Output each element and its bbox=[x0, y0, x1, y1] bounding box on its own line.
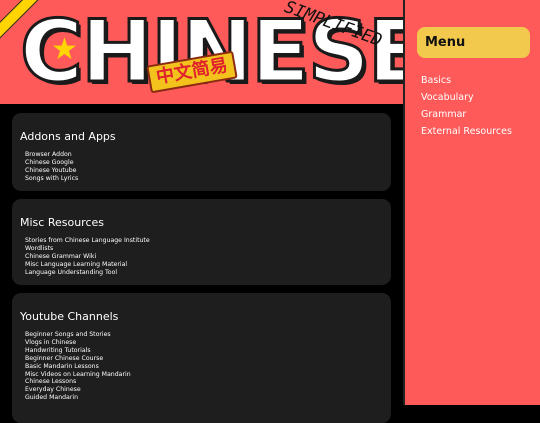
sidebar: Menu Basics Vocabulary Grammar External … bbox=[403, 0, 540, 405]
star-icon: ★ bbox=[51, 32, 78, 67]
list-item[interactable]: Guided Mandarin bbox=[25, 394, 131, 402]
list-item[interactable]: Songs with Lyrics bbox=[25, 175, 78, 183]
sidebar-link-grammar[interactable]: Grammar bbox=[421, 106, 512, 123]
list-item[interactable]: Stories from Chinese Language Institute bbox=[25, 237, 150, 245]
menu-header: Menu bbox=[417, 27, 530, 58]
section-title: Youtube Channels bbox=[20, 310, 119, 323]
link-list: Stories from Chinese Language Institute … bbox=[25, 237, 150, 277]
section-youtube-channels: Youtube Channels Beginner Songs and Stor… bbox=[12, 293, 391, 423]
list-item[interactable]: Chinese Lessons bbox=[25, 378, 131, 386]
link-list: Browser Addon Chinese Google Chinese You… bbox=[25, 151, 78, 183]
list-item[interactable]: Misc Language Learning Material bbox=[25, 261, 150, 269]
section-addons-and-apps: Addons and Apps Browser Addon Chinese Go… bbox=[12, 113, 391, 191]
list-item[interactable]: Chinese Grammar Wiki bbox=[25, 253, 150, 261]
list-item[interactable]: Wordlists bbox=[25, 245, 150, 253]
list-item[interactable]: Handwriting Tutorials bbox=[25, 347, 131, 355]
list-item[interactable]: Everyday Chinese bbox=[25, 386, 131, 394]
list-item[interactable]: Beginner Songs and Stories bbox=[25, 331, 131, 339]
sidebar-link-external-resources[interactable]: External Resources bbox=[421, 123, 512, 140]
list-item[interactable]: Vlogs in Chinese bbox=[25, 339, 131, 347]
link-list: Beginner Songs and Stories Vlogs in Chin… bbox=[25, 331, 131, 402]
section-misc-resources: Misc Resources Stories from Chinese Lang… bbox=[12, 199, 391, 285]
list-item[interactable]: Chinese Google bbox=[25, 159, 78, 167]
list-item[interactable]: Basic Mandarin Lessons bbox=[25, 363, 131, 371]
list-item[interactable]: Browser Addon bbox=[25, 151, 78, 159]
list-item[interactable]: Misc Videos on Learning Mandarin bbox=[25, 371, 131, 379]
list-item[interactable]: Language Understanding Tool bbox=[25, 269, 150, 277]
section-title: Misc Resources bbox=[20, 216, 104, 229]
sidebar-link-vocabulary[interactable]: Vocabulary bbox=[421, 89, 512, 106]
site-banner: CHINESE ★ 中文简易 SIMPLIFIED bbox=[0, 0, 403, 104]
sidebar-nav: Basics Vocabulary Grammar External Resou… bbox=[421, 72, 512, 140]
list-item[interactable]: Chinese Youtube bbox=[25, 167, 78, 175]
list-item[interactable]: Beginner Chinese Course bbox=[25, 355, 131, 363]
section-title: Addons and Apps bbox=[20, 130, 116, 143]
sidebar-link-basics[interactable]: Basics bbox=[421, 72, 512, 89]
